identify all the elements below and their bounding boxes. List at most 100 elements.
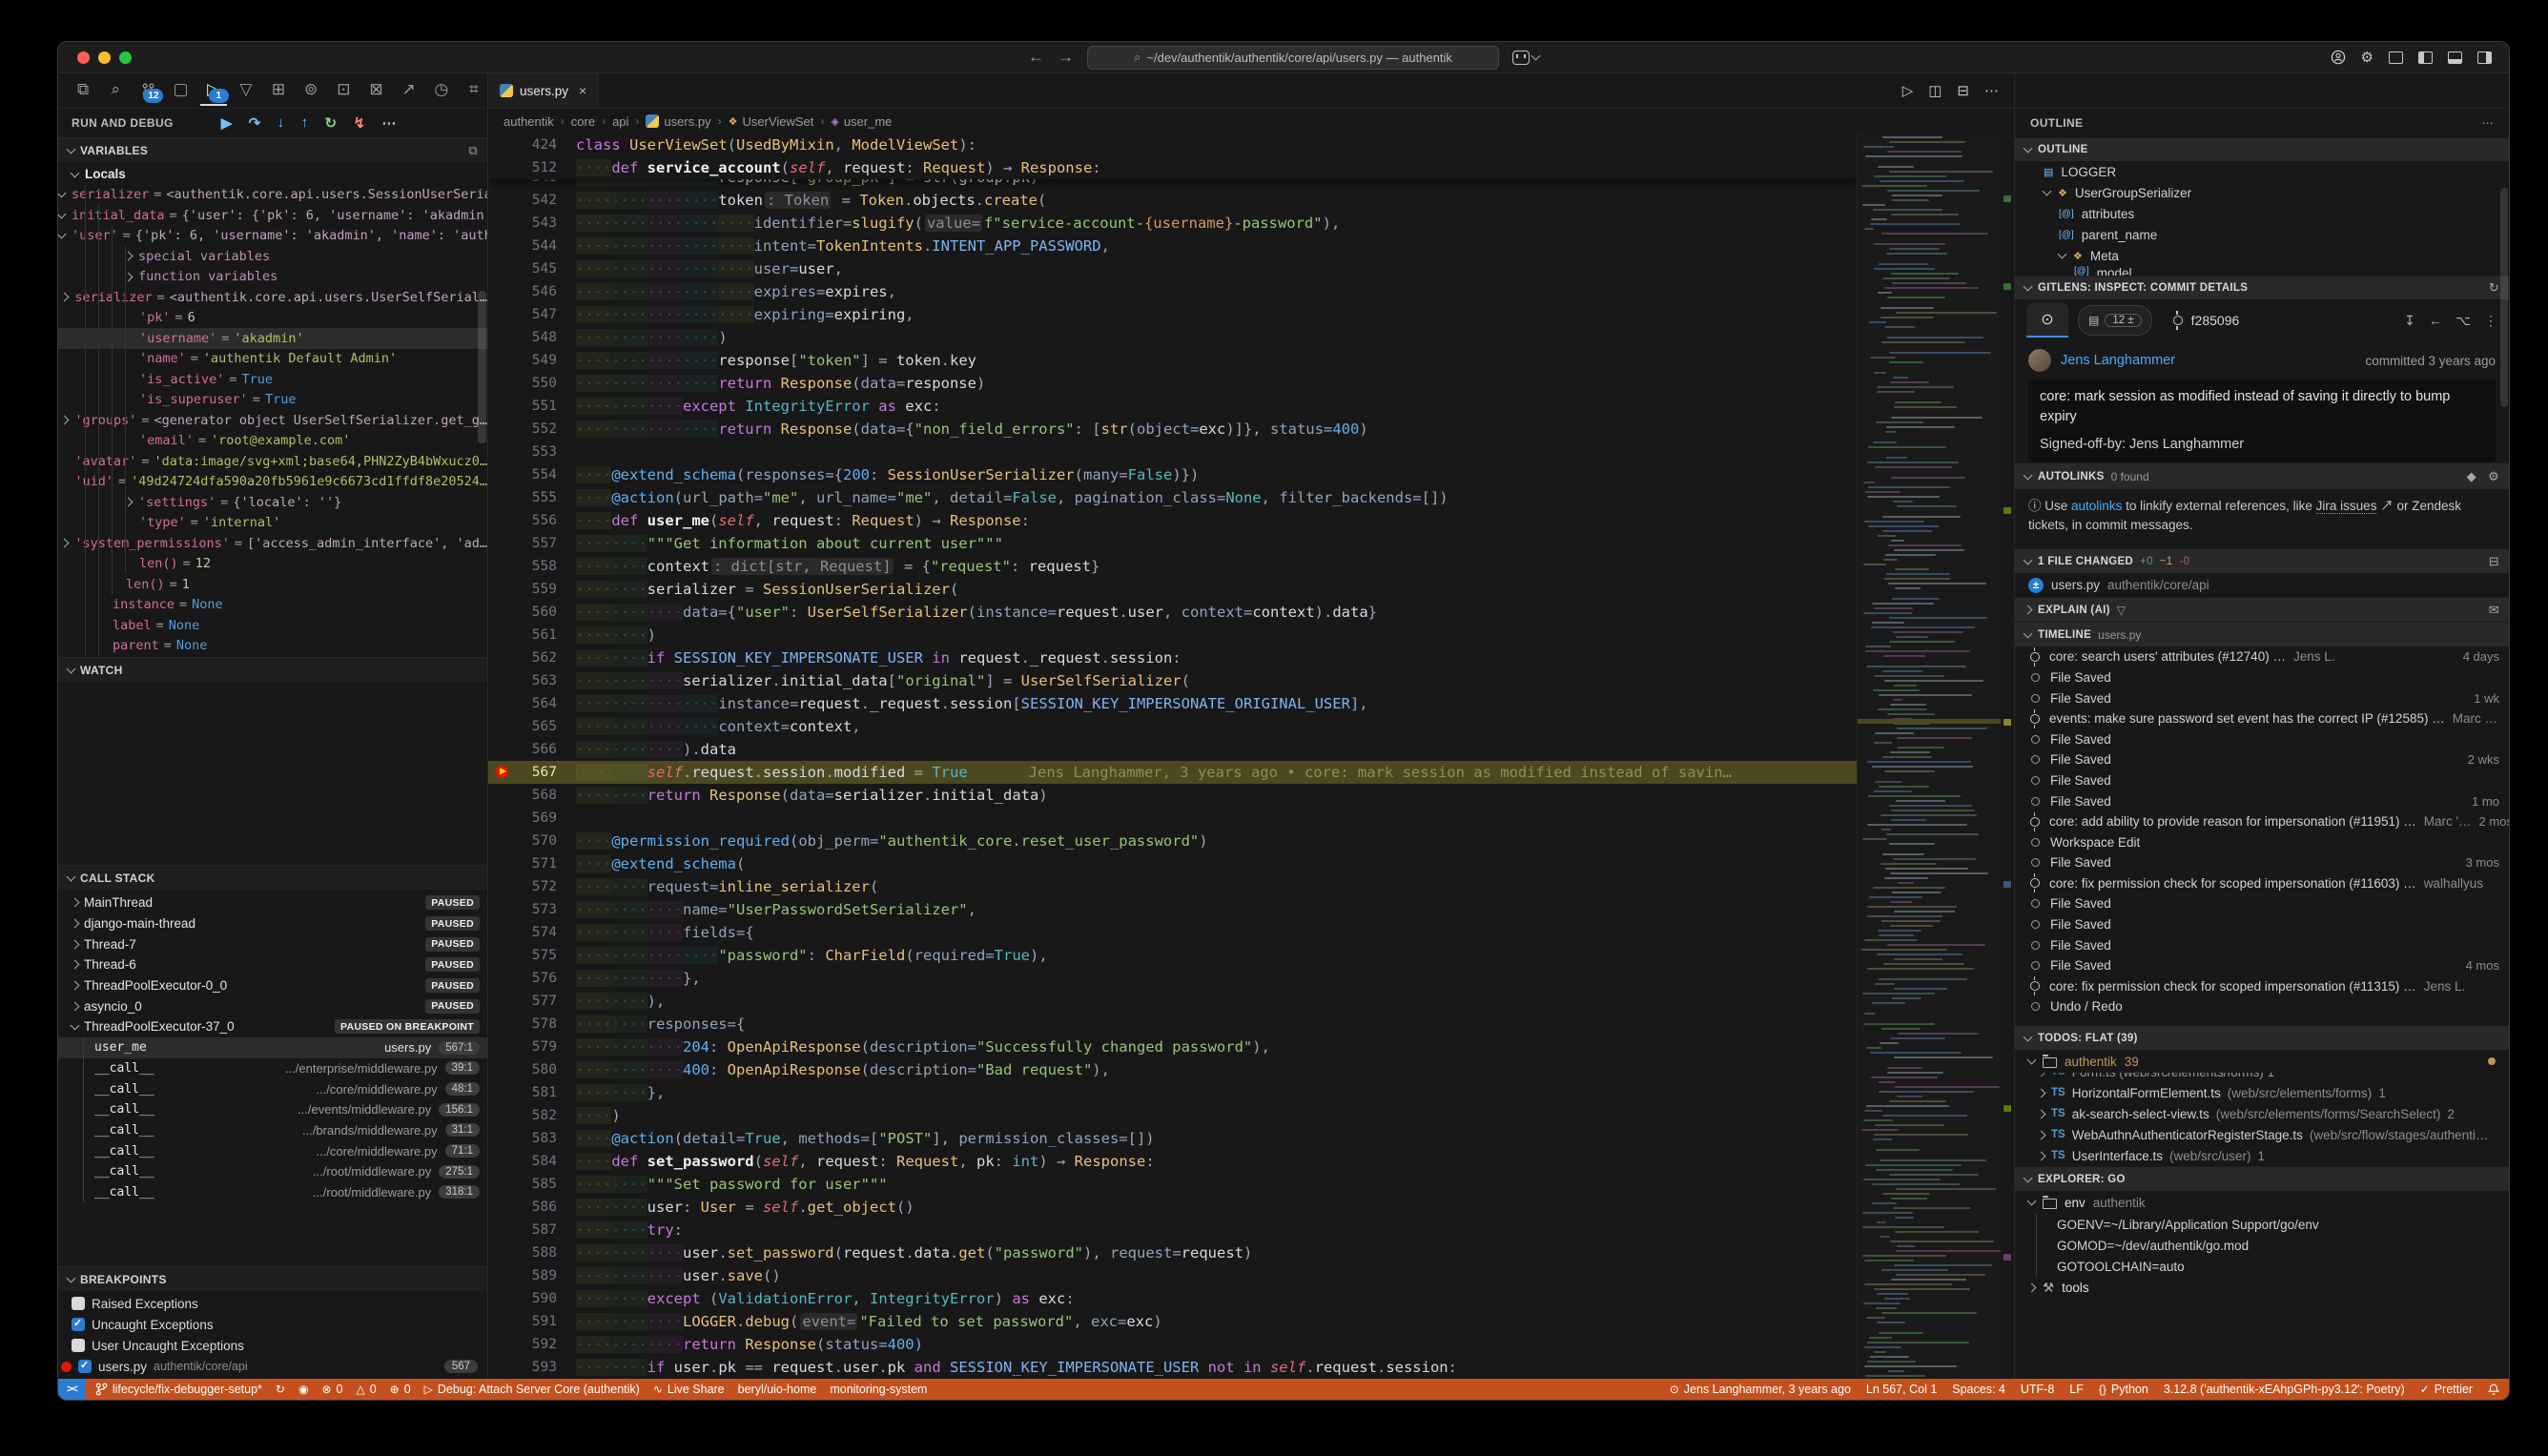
pin-icon[interactable]: ↧ [2404, 313, 2415, 329]
status-host[interactable]: beryl/uio-home [738, 1383, 817, 1396]
todo-item[interactable]: TSak-search-select-view.ts(web/src/eleme… [2015, 1103, 2509, 1124]
timeline-item[interactable]: File Saved4 mos [2015, 955, 2509, 976]
status-problems-errors[interactable]: ⊗0 [321, 1383, 342, 1396]
step-over-icon[interactable]: ↷ [249, 114, 261, 132]
breadcrumb-item-user-me[interactable]: ◈user_me [831, 114, 892, 129]
code-line-588[interactable]: 588············user.set_password(request… [488, 1241, 1857, 1264]
status-gitlens-blame[interactable]: ◉ [298, 1383, 308, 1396]
call-stack-frame[interactable]: __call__.../events/middleware.py156:1 [58, 1099, 487, 1120]
outline-item-parent_name[interactable]: [@]parent_name [2015, 224, 2509, 245]
code-line-550[interactable]: 550················return Response(data=… [488, 372, 1857, 395]
timeline-item[interactable]: core: search users' attributes (#12740) … [2015, 646, 2509, 667]
go-env-var[interactable]: GOTOOLCHAIN=auto [2015, 1256, 2509, 1277]
code-line-547[interactable]: 547····················expiring=expiring… [488, 303, 1857, 326]
code-line-554[interactable]: 554····@extend_schema(responses={200: Se… [488, 463, 1857, 486]
variable-row[interactable]: 'username'='akadmin' [58, 328, 487, 349]
code-line-542[interactable]: 542················token: Token = Token.… [488, 189, 1857, 212]
variable-row[interactable]: initial_data={'user': {'pk': 6, 'usernam… [58, 205, 487, 226]
go-env-var[interactable]: GOENV=~/Library/Application Support/go/e… [2015, 1214, 2509, 1235]
breadcrumb-item-authentik[interactable]: authentik [503, 114, 554, 129]
variable-row[interactable]: 'avatar'='data:image/svg+xml;base64,PHN2… [58, 451, 487, 472]
code-line-557[interactable]: 557········"""Get information about curr… [488, 532, 1857, 555]
checkbox-unchecked[interactable] [72, 1297, 85, 1310]
watch-section-header[interactable]: WATCH [58, 657, 487, 682]
gitlens-wip-tab[interactable]: ▤ 12 ± [2078, 305, 2152, 336]
todos-group-row[interactable]: authentik 39 [2015, 1050, 2509, 1073]
activity-item-run-and-debug[interactable]: ▷1 [200, 75, 227, 106]
panel-more-icon[interactable]: ⋯ [2482, 116, 2494, 130]
breakpoint-row[interactable]: Raised Exceptions [58, 1293, 487, 1314]
timeline-item[interactable]: File Saved [2015, 893, 2509, 914]
call-stack-thread[interactable]: django-main-threadPAUSED [58, 913, 487, 934]
tab-users-py[interactable]: users.py × [488, 73, 599, 108]
outline-section-header[interactable]: OUTLINE [2015, 137, 2509, 161]
settings-gear-icon[interactable]: ⚙ [2361, 49, 2373, 66]
timeline-item[interactable]: File Saved [2015, 770, 2509, 791]
call-stack-thread[interactable]: ThreadPoolExecutor-37_0PAUSED ON BREAKPO… [58, 1016, 487, 1037]
todos-section-header[interactable]: TODOS: FLAT (39) [2015, 1025, 2509, 1050]
command-center-search[interactable]: ⌕ ~/dev/authentik/authentik/core/api/use… [1087, 46, 1499, 70]
status-live-share[interactable]: ∿Live Share [653, 1383, 725, 1396]
refresh-icon[interactable]: ↻ [2489, 280, 2499, 296]
call-stack-thread[interactable]: MainThreadPAUSED [58, 892, 487, 913]
status-notifications[interactable] [2488, 1384, 2499, 1396]
activity-item-source-control[interactable]: 12 [134, 75, 161, 106]
variables-section-header[interactable]: VARIABLES ⧉ [58, 137, 487, 162]
code-line-580[interactable]: 580············400: OpenApiResponse(desc… [488, 1058, 1857, 1081]
variable-row[interactable]: 'system_permissions'=['access_admin_inte… [58, 533, 487, 554]
outline-item-usergroupserializer[interactable]: ❖UserGroupSerializer [2015, 182, 2509, 203]
copy-value-icon[interactable]: ⧉ [468, 143, 478, 158]
open-changes-icon[interactable]: ⊟ [1957, 82, 1969, 99]
status-commit-author[interactable]: ⊙Jens Langhammer, 3 years ago [1670, 1383, 1851, 1396]
breakpoints-section-header[interactable]: BREAKPOINTS [58, 1266, 487, 1291]
timeline-item[interactable]: Undo / Redo [2015, 996, 2509, 1017]
autolink-settings-icon[interactable]: ⚙ [2488, 469, 2499, 484]
timeline-item[interactable]: File Saved2 wks [2015, 749, 2509, 770]
changed-file-row[interactable]: ± users.py authentik/core/api [2015, 573, 2509, 597]
activity-item-extensions[interactable]: ⊞ [265, 75, 292, 106]
run-python-file-icon[interactable]: ▷ [1902, 82, 1914, 99]
code-line-565[interactable]: 565················context=context, [488, 715, 1857, 738]
feedback-icon[interactable]: ✉ [2489, 603, 2499, 618]
code-line-579[interactable]: 579············204: OpenApiResponse(desc… [488, 1036, 1857, 1058]
variable-row[interactable]: 'groups'=<generator object UserSelfSeria… [58, 410, 487, 431]
breakpoint-row[interactable]: users.pyauthentik/core/api567 [58, 1356, 487, 1377]
variable-row[interactable]: parent=None [58, 636, 487, 657]
status-ports[interactable]: ⊕0 [390, 1383, 411, 1396]
go-tools-row[interactable]: ⚒ tools [2015, 1277, 2509, 1299]
variable-row[interactable]: 'email'='root@example.com' [58, 431, 487, 452]
status-sync[interactable]: ↻ [276, 1383, 285, 1396]
timeline-item[interactable]: File Saved [2015, 934, 2509, 955]
timeline-item[interactable]: File Saved [2015, 728, 2509, 749]
code-line-583[interactable]: 583····@action(detail=True, methods=["PO… [488, 1127, 1857, 1150]
variable-row[interactable]: 'uid'='49d24724dfa590a20fb5961e9c6673cd1… [58, 472, 487, 493]
code-lines[interactable]: 542················token: Token = Token.… [488, 189, 1857, 1379]
variable-row[interactable]: 'type'='internal' [58, 513, 487, 534]
customize-layout-icon[interactable] [2389, 51, 2403, 64]
autolink-add-icon[interactable]: ◆ [2467, 469, 2476, 484]
variable-row[interactable]: label=None [58, 615, 487, 636]
disconnect-icon[interactable]: ↯ [353, 114, 365, 132]
variable-row[interactable]: 'user'={'pk': 6, 'username': 'akadmin', … [58, 226, 487, 247]
breakpoint-row[interactable]: User Uncaught Exceptions [58, 1335, 487, 1356]
activity-item-gitlens[interactable]: ⊡ [330, 75, 357, 106]
code-line-552[interactable]: 552················return Response(data=… [488, 418, 1857, 441]
call-stack-frame[interactable]: __call__.../root/middleware.py275:1 [58, 1161, 487, 1182]
code-line-590[interactable]: 590········except (ValidationError, Inte… [488, 1287, 1857, 1310]
kebab-menu-icon[interactable]: ⋮ [2484, 313, 2497, 329]
code-line-512[interactable]: 512····def service_account(self, request… [488, 156, 1857, 179]
commit-id[interactable]: f285096 [2171, 313, 2240, 328]
checkbox-checked[interactable] [78, 1360, 92, 1373]
code-line-541[interactable]: 541················response["group_pk"] … [488, 179, 1857, 189]
outline-item-meta[interactable]: ❖Meta [2015, 245, 2509, 266]
code-line-544[interactable]: 544····················intent=TokenInten… [488, 235, 1857, 257]
explorer-go-section-header[interactable]: EXPLORER: GO [2015, 1166, 2509, 1191]
outline-item-logger[interactable]: ▤LOGGER [2015, 161, 2509, 182]
code-line-585[interactable]: 585········"""Set password for user""" [488, 1173, 1857, 1196]
activity-item-timeline-view[interactable]: ◷ [428, 75, 455, 106]
gitlens-search-tab[interactable]: ⊙ [2026, 303, 2068, 338]
code-line-559[interactable]: 559········serializer = SessionUserSeria… [488, 578, 1857, 601]
status-problems-warnings[interactable]: △0 [356, 1383, 376, 1396]
variable-row[interactable]: serializer=<authentik.core.api.users.Use… [58, 287, 487, 308]
code-line-587[interactable]: 587········try: [488, 1219, 1857, 1241]
